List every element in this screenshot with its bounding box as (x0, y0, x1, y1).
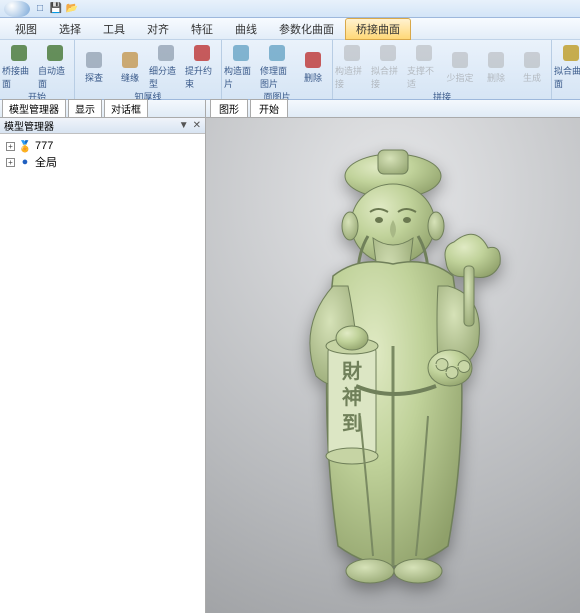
sidebar-tabs: 模型管理器显示对话框 (0, 100, 205, 118)
panel-title: 模型管理器 (4, 118, 54, 133)
menu-7[interactable]: 桥接曲面 (345, 18, 411, 40)
menu-2[interactable]: 工具 (92, 18, 136, 40)
viewport-panel: 图形开始 (206, 100, 580, 613)
sidebar-tab-1[interactable]: 显示 (68, 99, 102, 117)
ribbon-group-2: 构造面片修理面图片删除面图片 (222, 40, 333, 99)
ribbon-btn-4-0[interactable]: 拟合曲面 (554, 42, 580, 90)
expander-icon[interactable]: + (6, 158, 15, 167)
tree-node-icon: ● (19, 156, 31, 168)
ribbon-icon (8, 42, 30, 64)
ribbon-btn-2-1[interactable]: 修理面图片 (260, 42, 294, 90)
sidebar-tab-0[interactable]: 模型管理器 (2, 99, 66, 117)
ribbon: 桥接曲面自动造面开始探查缝缘细分造型提升约束知厚线构造面片修理面图片删除面图片构… (0, 40, 580, 100)
ribbon-btn-3-4: 删除 (479, 42, 513, 90)
ribbon-btn-0-1[interactable]: 自动造面 (38, 42, 72, 90)
viewport-tab-1[interactable]: 开始 (250, 99, 288, 117)
ribbon-btn-label: 删除 (487, 71, 505, 84)
ribbon-btn-3-0: 构造拼接 (335, 42, 369, 90)
tree-node-icon: 🏅 (19, 140, 31, 152)
ribbon-icon (191, 42, 213, 64)
ribbon-btn-1-2[interactable]: 细分造型 (149, 42, 183, 90)
ribbon-group-0: 桥接曲面自动造面开始 (0, 40, 75, 99)
svg-text:財: 財 (342, 359, 362, 383)
menu-4[interactable]: 特征 (180, 18, 224, 40)
ribbon-btn-2-2[interactable]: 删除 (296, 42, 330, 90)
workspace: 模型管理器显示对话框 模型管理器 ▼ ✕ + 🏅 777 + ● 全局 图形开始 (0, 100, 580, 613)
save-icon[interactable]: 💾 (50, 3, 62, 15)
viewport-3d[interactable]: 財 神 到 (206, 118, 580, 613)
ribbon-btn-3-1: 拟合拼接 (371, 42, 405, 90)
ribbon-btn-label: 桥接曲面 (2, 64, 36, 90)
tree-node-label: 全局 (35, 154, 57, 170)
ribbon-btn-label: 构造面片 (224, 64, 258, 90)
menu-3[interactable]: 对齐 (136, 18, 180, 40)
ribbon-btn-label: 支撑不适 (407, 64, 441, 90)
viewport-tabs: 图形开始 (206, 100, 580, 118)
ribbon-btn-label: 生成 (523, 71, 541, 84)
ribbon-btn-label: 构造拼接 (335, 64, 369, 90)
menu-6[interactable]: 参数化曲面 (268, 18, 345, 40)
menu-0[interactable]: 视图 (4, 18, 48, 40)
viewport-tab-0[interactable]: 图形 (210, 99, 248, 117)
ribbon-btn-label: 拟合曲面 (554, 64, 580, 90)
tree-node-label: 777 (35, 140, 53, 152)
ribbon-group-4: 拟合曲面合并曲面链接删除曲面 (552, 40, 580, 99)
tree-row-1[interactable]: + ● 全局 (6, 154, 199, 170)
sidebar-tab-2[interactable]: 对话框 (104, 99, 148, 117)
expander-icon[interactable]: + (6, 142, 15, 151)
ribbon-icon (485, 49, 507, 71)
new-icon[interactable]: □ (34, 3, 46, 15)
ribbon-group-3: 构造拼接拟合拼接支撑不适少指定删除生成拼接 (333, 40, 552, 99)
ribbon-icon (449, 49, 471, 71)
ribbon-btn-label: 拟合拼接 (371, 64, 405, 90)
ribbon-btn-label: 探查 (85, 71, 103, 84)
ribbon-icon (83, 49, 105, 71)
ribbon-btn-label: 修理面图片 (260, 64, 294, 90)
ribbon-btn-1-1[interactable]: 缝缘 (113, 42, 147, 90)
ribbon-icon (302, 49, 324, 71)
close-icon[interactable]: ✕ (193, 120, 201, 131)
app-orb[interactable] (4, 1, 30, 17)
tree-row-0[interactable]: + 🏅 777 (6, 138, 199, 154)
ribbon-btn-label: 少指定 (446, 71, 473, 84)
ribbon-btn-label: 缝缘 (121, 71, 139, 84)
quick-access-toolbar: □ 💾 📂 (34, 3, 78, 15)
ribbon-btn-label: 自动造面 (38, 64, 72, 90)
ribbon-btn-1-0[interactable]: 探查 (77, 42, 111, 90)
ribbon-btn-label: 细分造型 (149, 64, 183, 90)
ribbon-icon (44, 42, 66, 64)
menu-5[interactable]: 曲线 (224, 18, 268, 40)
model-tree: + 🏅 777 + ● 全局 (0, 134, 205, 174)
menu-bar: 视图选择工具对齐特征曲线参数化曲面桥接曲面 (0, 18, 580, 40)
ribbon-btn-3-3: 少指定 (443, 42, 477, 90)
ribbon-btn-3-5: 生成 (515, 42, 549, 90)
ribbon-icon (377, 42, 399, 64)
ribbon-btn-label: 提升约束 (185, 64, 219, 90)
ribbon-btn-0-0[interactable]: 桥接曲面 (2, 42, 36, 90)
ribbon-icon (155, 42, 177, 64)
ribbon-icon (119, 49, 141, 71)
model-manager-header: 模型管理器 ▼ ✕ (0, 118, 205, 134)
menu-1[interactable]: 选择 (48, 18, 92, 40)
svg-text:到: 到 (342, 412, 362, 435)
pin-icon[interactable]: ▼ (179, 120, 189, 131)
ribbon-icon (230, 42, 252, 64)
ribbon-icon (560, 42, 580, 64)
ribbon-btn-2-0[interactable]: 构造面片 (224, 42, 258, 90)
ribbon-icon (266, 42, 288, 64)
ribbon-icon (413, 42, 435, 64)
ribbon-icon (521, 49, 543, 71)
open-icon[interactable]: 📂 (66, 3, 78, 15)
sidebar: 模型管理器显示对话框 模型管理器 ▼ ✕ + 🏅 777 + ● 全局 (0, 100, 206, 613)
ribbon-btn-3-2: 支撑不适 (407, 42, 441, 90)
ribbon-group-1: 探查缝缘细分造型提升约束知厚线 (75, 40, 222, 99)
ribbon-btn-label: 删除 (304, 71, 322, 84)
model-preview: 財 神 到 (278, 146, 508, 586)
ribbon-btn-1-3[interactable]: 提升约束 (185, 42, 219, 90)
title-bar: □ 💾 📂 (0, 0, 580, 18)
ribbon-icon (341, 42, 363, 64)
